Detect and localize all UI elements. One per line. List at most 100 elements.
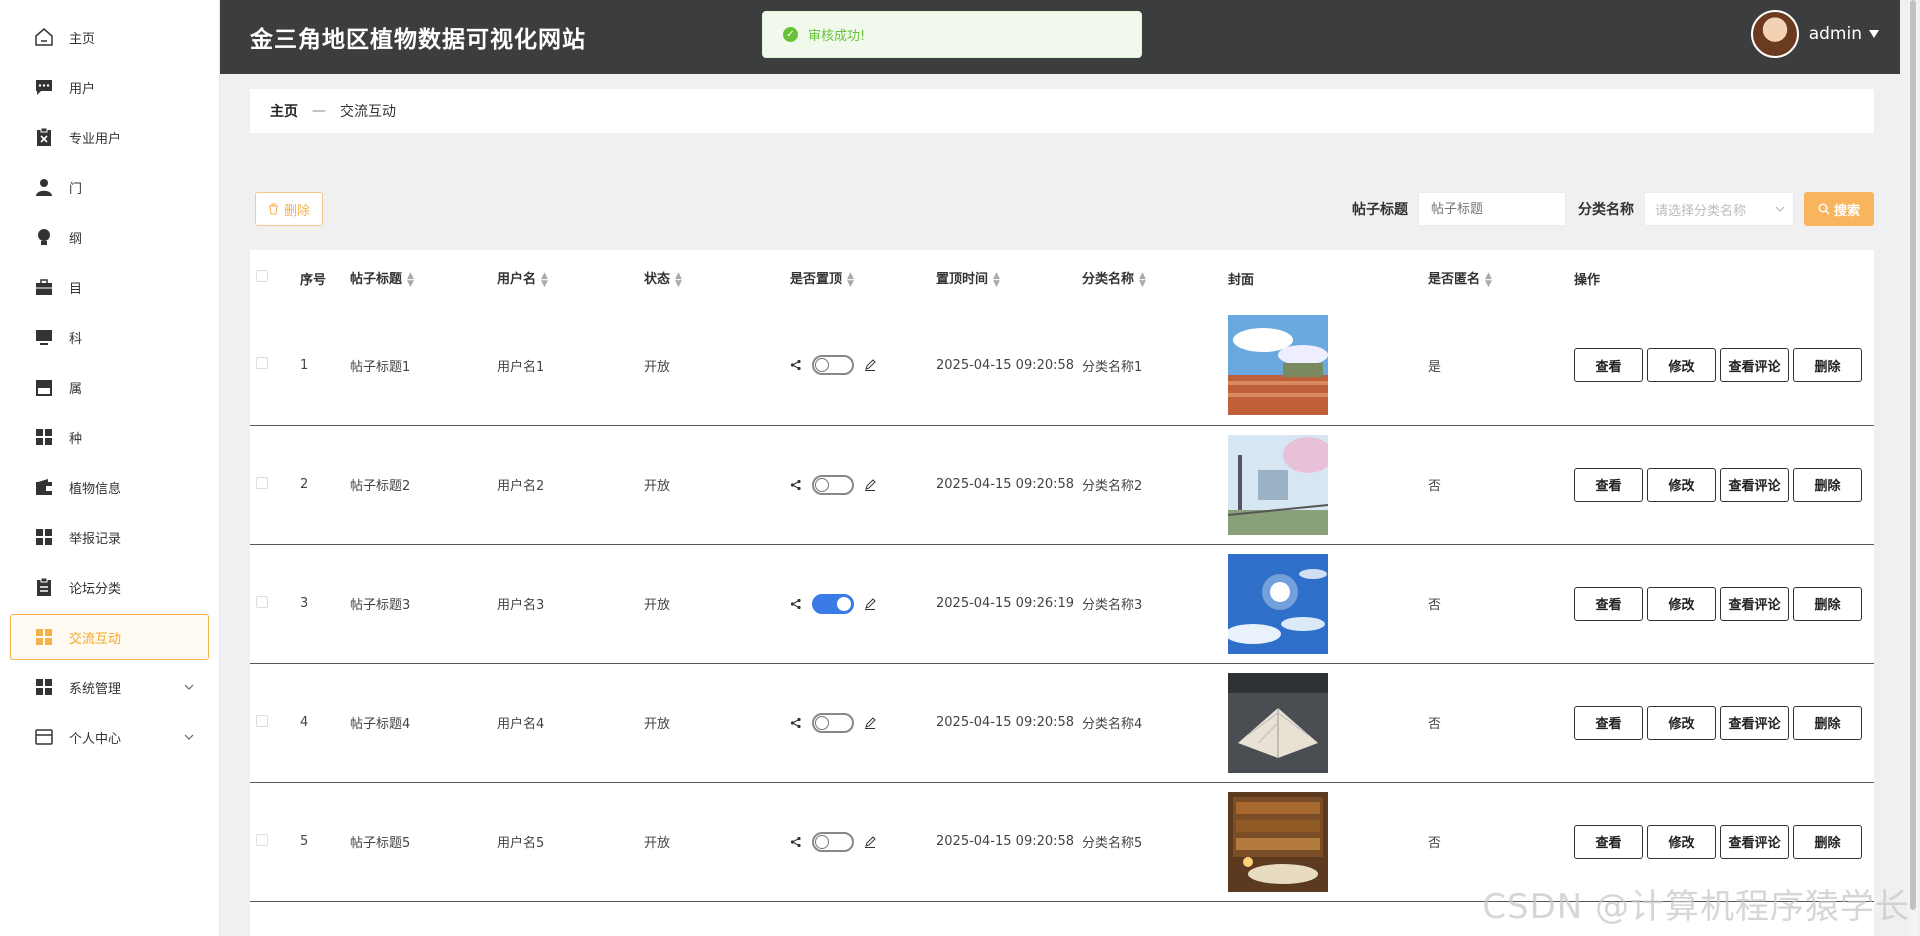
edit-button[interactable]: 修改 [1647,824,1716,859]
edit-button[interactable]: 修改 [1647,705,1716,740]
sidebar-item[interactable]: 纲 [10,214,209,260]
column-header[interactable]: 是否置顶 ▲ ▼ [790,250,936,306]
sidebar-item[interactable]: 用户 [10,64,209,110]
sidebar-item[interactable]: 种 [10,414,209,460]
share-icon[interactable] [790,359,802,371]
search-button[interactable]: 搜索 [1804,192,1874,226]
edit-button[interactable]: 修改 [1647,467,1716,502]
user-menu[interactable]: admin [1750,10,1880,58]
title-search-input[interactable] [1418,192,1566,226]
edit-icon[interactable] [864,359,876,372]
sidebar-item[interactable]: 门 [10,164,209,210]
sidebar-item[interactable]: 植物信息 [10,464,209,510]
sort-icon[interactable]: ▲ ▼ [847,271,854,288]
batch-delete-button[interactable]: 删除 [255,192,323,226]
sidebar: 主页 用户 专业用户门纲目科属种植物信息 举报记录 论坛分类 交流互动 系统管理 个人中心 [0,0,220,936]
breadcrumb-home[interactable]: 主页 [270,101,298,121]
username[interactable]: admin [1809,24,1862,44]
column-header[interactable]: 分类名称 ▲ ▼ [1082,250,1228,306]
cover-image[interactable] [1228,791,1328,892]
column-header[interactable]: 操作 [1574,250,1874,306]
delete-button[interactable]: 删除 [1793,467,1862,502]
share-icon[interactable] [790,479,802,491]
sidebar-item[interactable]: 属 [10,364,209,410]
row-checkbox[interactable] [256,714,268,727]
page-scrollbar[interactable] [1908,0,1918,936]
cover-image[interactable] [1228,672,1328,773]
row-checkbox[interactable] [256,357,268,370]
column-header[interactable]: 封面 [1228,250,1428,306]
sidebar-item[interactable]: 专业用户 [10,114,209,160]
row-checkbox[interactable] [256,595,268,608]
sort-icon[interactable]: ▲ ▼ [1139,271,1146,288]
view-button[interactable]: 查看 [1574,586,1643,621]
sort-icon[interactable]: ▲ ▼ [407,271,414,288]
edit-icon[interactable] [864,597,876,610]
view-button[interactable]: 查看 [1574,467,1643,502]
view-comments-button[interactable]: 查看评论 [1720,586,1789,621]
status-cell: 开放 [644,544,790,664]
caret-down-icon[interactable] [1868,29,1880,39]
post-title-cell: 帖子标题1 [350,306,497,426]
delete-button[interactable]: 删除 [1793,586,1862,621]
sort-icon[interactable]: ▲ ▼ [541,271,548,288]
sidebar-item[interactable]: 交流互动 [10,614,209,660]
share-icon[interactable] [790,717,802,729]
delete-button[interactable]: 删除 [1793,824,1862,859]
pin-toggle[interactable] [812,474,854,495]
share-icon[interactable] [790,836,802,848]
chevron-down-icon[interactable] [184,729,194,744]
sort-icon[interactable]: ▲ ▼ [1485,271,1492,288]
view-comments-button[interactable]: 查看评论 [1720,348,1789,383]
sidebar-item[interactable]: 个人中心 [10,714,209,760]
sidebar-item[interactable]: 目 [10,264,209,310]
pin-toggle[interactable] [812,355,854,376]
sidebar-item[interactable]: 主页 [10,14,209,60]
avatar[interactable] [1750,10,1799,58]
cover-image[interactable] [1225,553,1328,654]
column-header[interactable]: 用户名 ▲ ▼ [497,250,644,306]
edit-button[interactable]: 修改 [1647,586,1716,621]
edit-icon[interactable] [864,478,876,491]
sidebar-item[interactable]: 论坛分类 [10,564,209,610]
pin-toggle[interactable] [812,593,854,614]
column-header[interactable]: 帖子标题 ▲ ▼ [350,250,497,306]
cover-image[interactable] [1228,315,1328,416]
share-icon[interactable] [790,598,802,610]
sort-icon[interactable]: ▲ ▼ [993,271,1000,288]
view-button[interactable]: 查看 [1574,824,1643,859]
row-checkbox[interactable] [256,476,268,489]
cover-image[interactable] [1227,434,1333,535]
edit-icon[interactable] [864,716,876,729]
column-header[interactable]: 置顶时间 ▲ ▼ [936,250,1082,306]
edit-button[interactable]: 修改 [1647,348,1716,383]
view-comments-button[interactable]: 查看评论 [1720,705,1789,740]
sidebar-item[interactable]: 系统管理 [10,664,209,710]
status-cell: 开放 [644,782,790,902]
category-select[interactable]: 请选择分类名称 [1644,192,1794,226]
column-header[interactable]: 是否匿名 ▲ ▼ [1428,250,1574,306]
row-checkbox[interactable] [256,833,268,846]
select-all-checkbox[interactable] [256,270,268,282]
view-button[interactable]: 查看 [1574,348,1643,383]
view-comments-button[interactable]: 查看评论 [1720,467,1789,502]
view-button[interactable]: 查看 [1574,705,1643,740]
view-comments-button[interactable]: 查看评论 [1720,824,1789,859]
edit-icon[interactable] [864,835,876,848]
sidebar-item-label: 种 [69,431,83,447]
username-cell: 用户名1 [497,306,644,426]
sidebar-item[interactable]: 科 [10,314,209,360]
sidebar-item[interactable]: 举报记录 [10,514,209,560]
post-title-cell: 帖子标题4 [350,663,497,783]
pin-toggle[interactable] [812,712,854,733]
scrollbar-thumb[interactable] [1910,0,1916,910]
delete-button[interactable]: 删除 [1793,348,1862,383]
chevron-down-icon[interactable] [184,679,194,694]
column-header[interactable]: 状态 ▲ ▼ [644,250,790,306]
username-cell: 用户名4 [497,663,644,783]
column-header[interactable]: 序号 [300,250,350,306]
pin-toggle[interactable] [812,831,854,852]
row-index: 2 [300,425,350,545]
delete-button[interactable]: 删除 [1793,705,1862,740]
sort-icon[interactable]: ▲ ▼ [675,271,682,288]
